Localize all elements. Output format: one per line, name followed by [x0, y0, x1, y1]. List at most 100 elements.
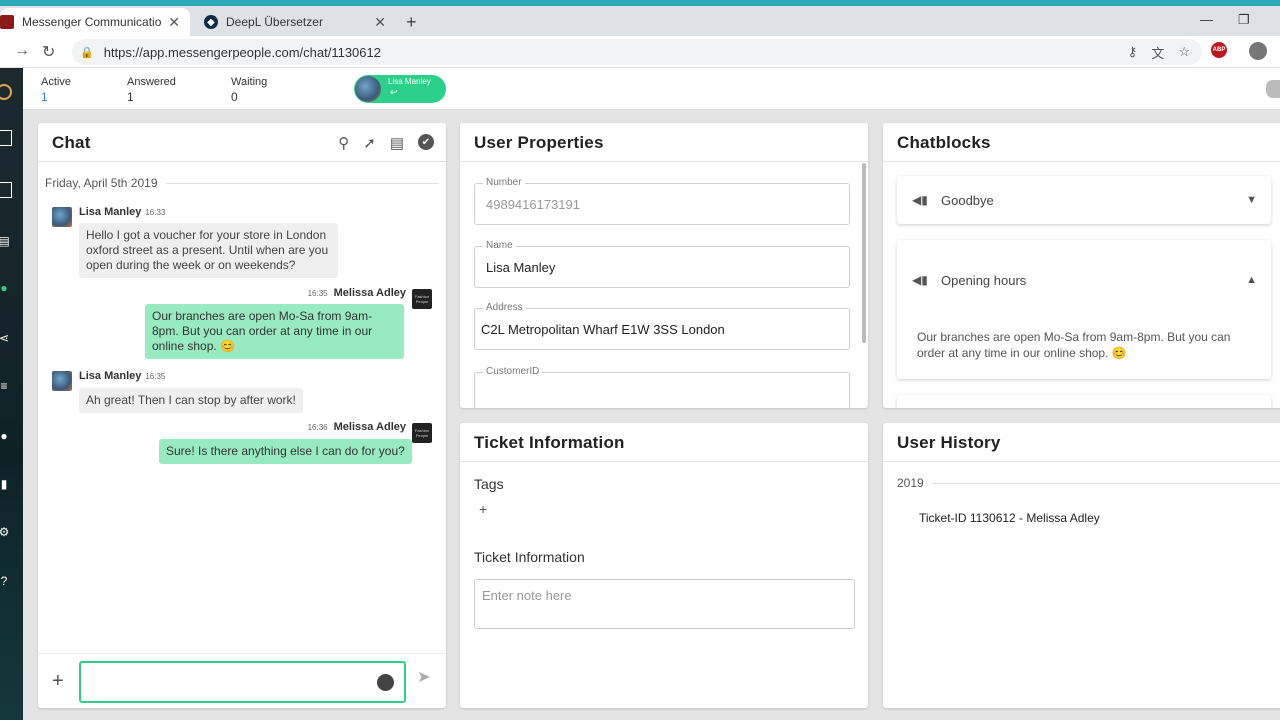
- lisa-avatar: [52, 371, 72, 391]
- sender-name: Melissa Adley: [333, 421, 406, 433]
- chevron-down-icon[interactable]: ▼: [1246, 194, 1257, 206]
- chatblock-next[interactable]: [897, 395, 1271, 408]
- message-bubble-incoming: Ah great! Then I can stop by after work!: [79, 388, 303, 413]
- message-input[interactable]: [79, 661, 406, 703]
- message-time: 16:36: [307, 423, 328, 432]
- stats-icon[interactable]: ▮: [0, 476, 12, 492]
- tab-title: Messenger Communication Platf…: [22, 15, 163, 29]
- profile-avatar-icon[interactable]: [1249, 42, 1267, 60]
- restore-icon[interactable]: ❐: [1238, 12, 1250, 28]
- resolve-check-icon[interactable]: ✔: [418, 134, 434, 150]
- tab-deepl[interactable]: ◆ DeepL Übersetzer ✕: [192, 8, 396, 36]
- adblock-icon[interactable]: ABP: [1211, 42, 1227, 58]
- users-icon[interactable]: ●: [0, 428, 12, 444]
- field-value: C2L Metropolitan Wharf E1W 3SS London: [481, 322, 725, 337]
- chat-date: Friday, April 5th 2019: [45, 176, 158, 190]
- history-year: 2019: [897, 476, 924, 490]
- help-icon[interactable]: ?: [0, 573, 12, 589]
- user-properties-card: User Properties Number 4989416173191 Nam…: [460, 123, 868, 408]
- reload-icon[interactable]: ↻: [42, 42, 55, 62]
- chat-toolbar: ⚲ ➚ ▤ ✔: [338, 134, 434, 152]
- app-header: Active 1 Answered 1 Waiting 0 Lisa Manle…: [23, 68, 1280, 110]
- comments-icon[interactable]: ▤: [390, 134, 404, 152]
- message-meta: 16:35 Melissa Adley: [258, 287, 406, 299]
- field-label: Number: [483, 177, 525, 188]
- chatblock-body: Our branches are open Mo-Sa from 9am-8pm…: [917, 330, 1231, 360]
- message-bubble-incoming: Hello I got a voucher for your store in …: [79, 223, 338, 278]
- send-icon[interactable]: ➤: [417, 667, 430, 687]
- lock-icon: 🔒: [80, 46, 94, 59]
- ticket-note-input[interactable]: Enter note here: [474, 579, 855, 629]
- user-pill-name: Lisa Manley: [388, 77, 431, 86]
- translate-icon[interactable]: 文: [1151, 43, 1164, 62]
- messenger-favicon-icon: [0, 15, 14, 29]
- app-sidebar: ▤ ● ⋖ ≡ ● ▮ ⚙ ?: [0, 68, 23, 720]
- stat-waiting[interactable]: Waiting 0: [231, 76, 267, 104]
- add-tag-icon[interactable]: +: [479, 501, 487, 517]
- message-time: 16:33: [145, 208, 166, 217]
- note-placeholder: Enter note here: [482, 588, 572, 603]
- stat-value: 1: [127, 90, 134, 104]
- close-tab-icon[interactable]: ✕: [168, 14, 180, 31]
- stat-answered[interactable]: Answered 1: [127, 76, 176, 104]
- search-icon[interactable]: ⚲: [338, 134, 349, 152]
- list-icon[interactable]: ≡: [0, 378, 12, 394]
- customer-id-field[interactable]: CustomerID: [474, 366, 850, 408]
- forward-arrow-icon[interactable]: →: [14, 42, 30, 60]
- address-bar: → ↻ 🔒 https://app.messengerpeople.com/ch…: [0, 36, 1280, 68]
- chatblock-name: Opening hours: [941, 273, 1027, 288]
- field-label: Name: [483, 240, 516, 251]
- chat-icon[interactable]: ●: [0, 280, 12, 296]
- field-label: CustomerID: [483, 366, 543, 377]
- user-avatar: [355, 76, 381, 102]
- inbox-icon[interactable]: ▤: [0, 233, 12, 249]
- close-tab-icon[interactable]: ✕: [374, 14, 386, 31]
- tags-label: Tags: [474, 476, 504, 492]
- chatblocks-card: Chatblocks ◀▮ Goodbye ▼ ◀▮ Opening hours…: [883, 123, 1280, 408]
- date-separator: Friday, April 5th 2019: [45, 176, 439, 190]
- stat-active[interactable]: Active 1: [41, 76, 71, 104]
- key-icon[interactable]: ⚷: [1128, 44, 1138, 60]
- add-attachment-icon[interactable]: +: [52, 670, 64, 693]
- stat-label: Answered: [127, 76, 176, 88]
- star-icon[interactable]: ☆: [1178, 44, 1190, 60]
- url-omnibox[interactable]: 🔒 https://app.messengerpeople.com/chat/1…: [72, 39, 1202, 65]
- chat-title: Chat: [52, 133, 91, 152]
- forward-icon[interactable]: ➚: [363, 134, 376, 152]
- ticket-information-card: Ticket Information Tags + Ticket Informa…: [460, 423, 868, 708]
- chatblock-goodbye[interactable]: ◀▮ Goodbye ▼: [897, 176, 1271, 224]
- tab-bar: Messenger Communication Platf… ✕ ◆ DeepL…: [0, 6, 1280, 36]
- content-area: Chat ⚲ ➚ ▤ ✔ Friday, April 5th 2019 Lisa…: [23, 110, 1280, 720]
- field-value: Lisa Manley: [486, 260, 556, 275]
- megaphone-icon: ◀▮: [912, 273, 928, 287]
- fashion-people-icon[interactable]: [0, 130, 12, 146]
- sender-name: Lisa Manley: [79, 370, 142, 382]
- brand-icon[interactable]: [0, 182, 12, 198]
- deepl-favicon-icon: ◆: [204, 15, 218, 29]
- new-tab-plus-icon[interactable]: +: [406, 12, 417, 33]
- tab-title: DeepL Übersetzer: [226, 15, 323, 29]
- history-ticket-item[interactable]: Ticket-ID 1130612 - Melissa Adley: [919, 511, 1100, 525]
- message-time: 16:35: [307, 289, 328, 298]
- agents-icon[interactable]: [1266, 80, 1280, 98]
- minimize-icon[interactable]: —: [1200, 12, 1213, 27]
- name-field[interactable]: Name Lisa Manley: [474, 240, 850, 288]
- number-field[interactable]: Number 4989416173191: [474, 177, 850, 225]
- emoji-icon[interactable]: [377, 674, 394, 691]
- url-text[interactable]: https://app.messengerpeople.com/chat/113…: [104, 45, 381, 60]
- user-history-title: User History: [897, 433, 1001, 452]
- stat-label: Active: [41, 76, 71, 88]
- megaphone-icon: ◀▮: [912, 193, 928, 207]
- tab-messenger[interactable]: Messenger Communication Platf… ✕: [0, 8, 190, 36]
- active-user-pill[interactable]: Lisa Manley ↩: [354, 75, 446, 103]
- share-icon[interactable]: ⋖: [0, 330, 12, 346]
- sender-name: Melissa Adley: [333, 287, 406, 299]
- settings-gear-icon[interactable]: ⚙: [0, 524, 12, 540]
- chatblock-opening-hours[interactable]: ◀▮ Opening hours ▲ Our branches are open…: [897, 240, 1271, 379]
- history-year-separator: 2019: [897, 476, 1280, 490]
- scrollbar[interactable]: [862, 163, 866, 343]
- fashion-people-avatar: Fashion People: [412, 289, 432, 309]
- field-value: 4989416173191: [486, 197, 580, 212]
- chevron-up-icon[interactable]: ▲: [1246, 274, 1257, 286]
- address-field[interactable]: Address C2L Metropolitan Wharf E1W 3SS L…: [474, 302, 850, 350]
